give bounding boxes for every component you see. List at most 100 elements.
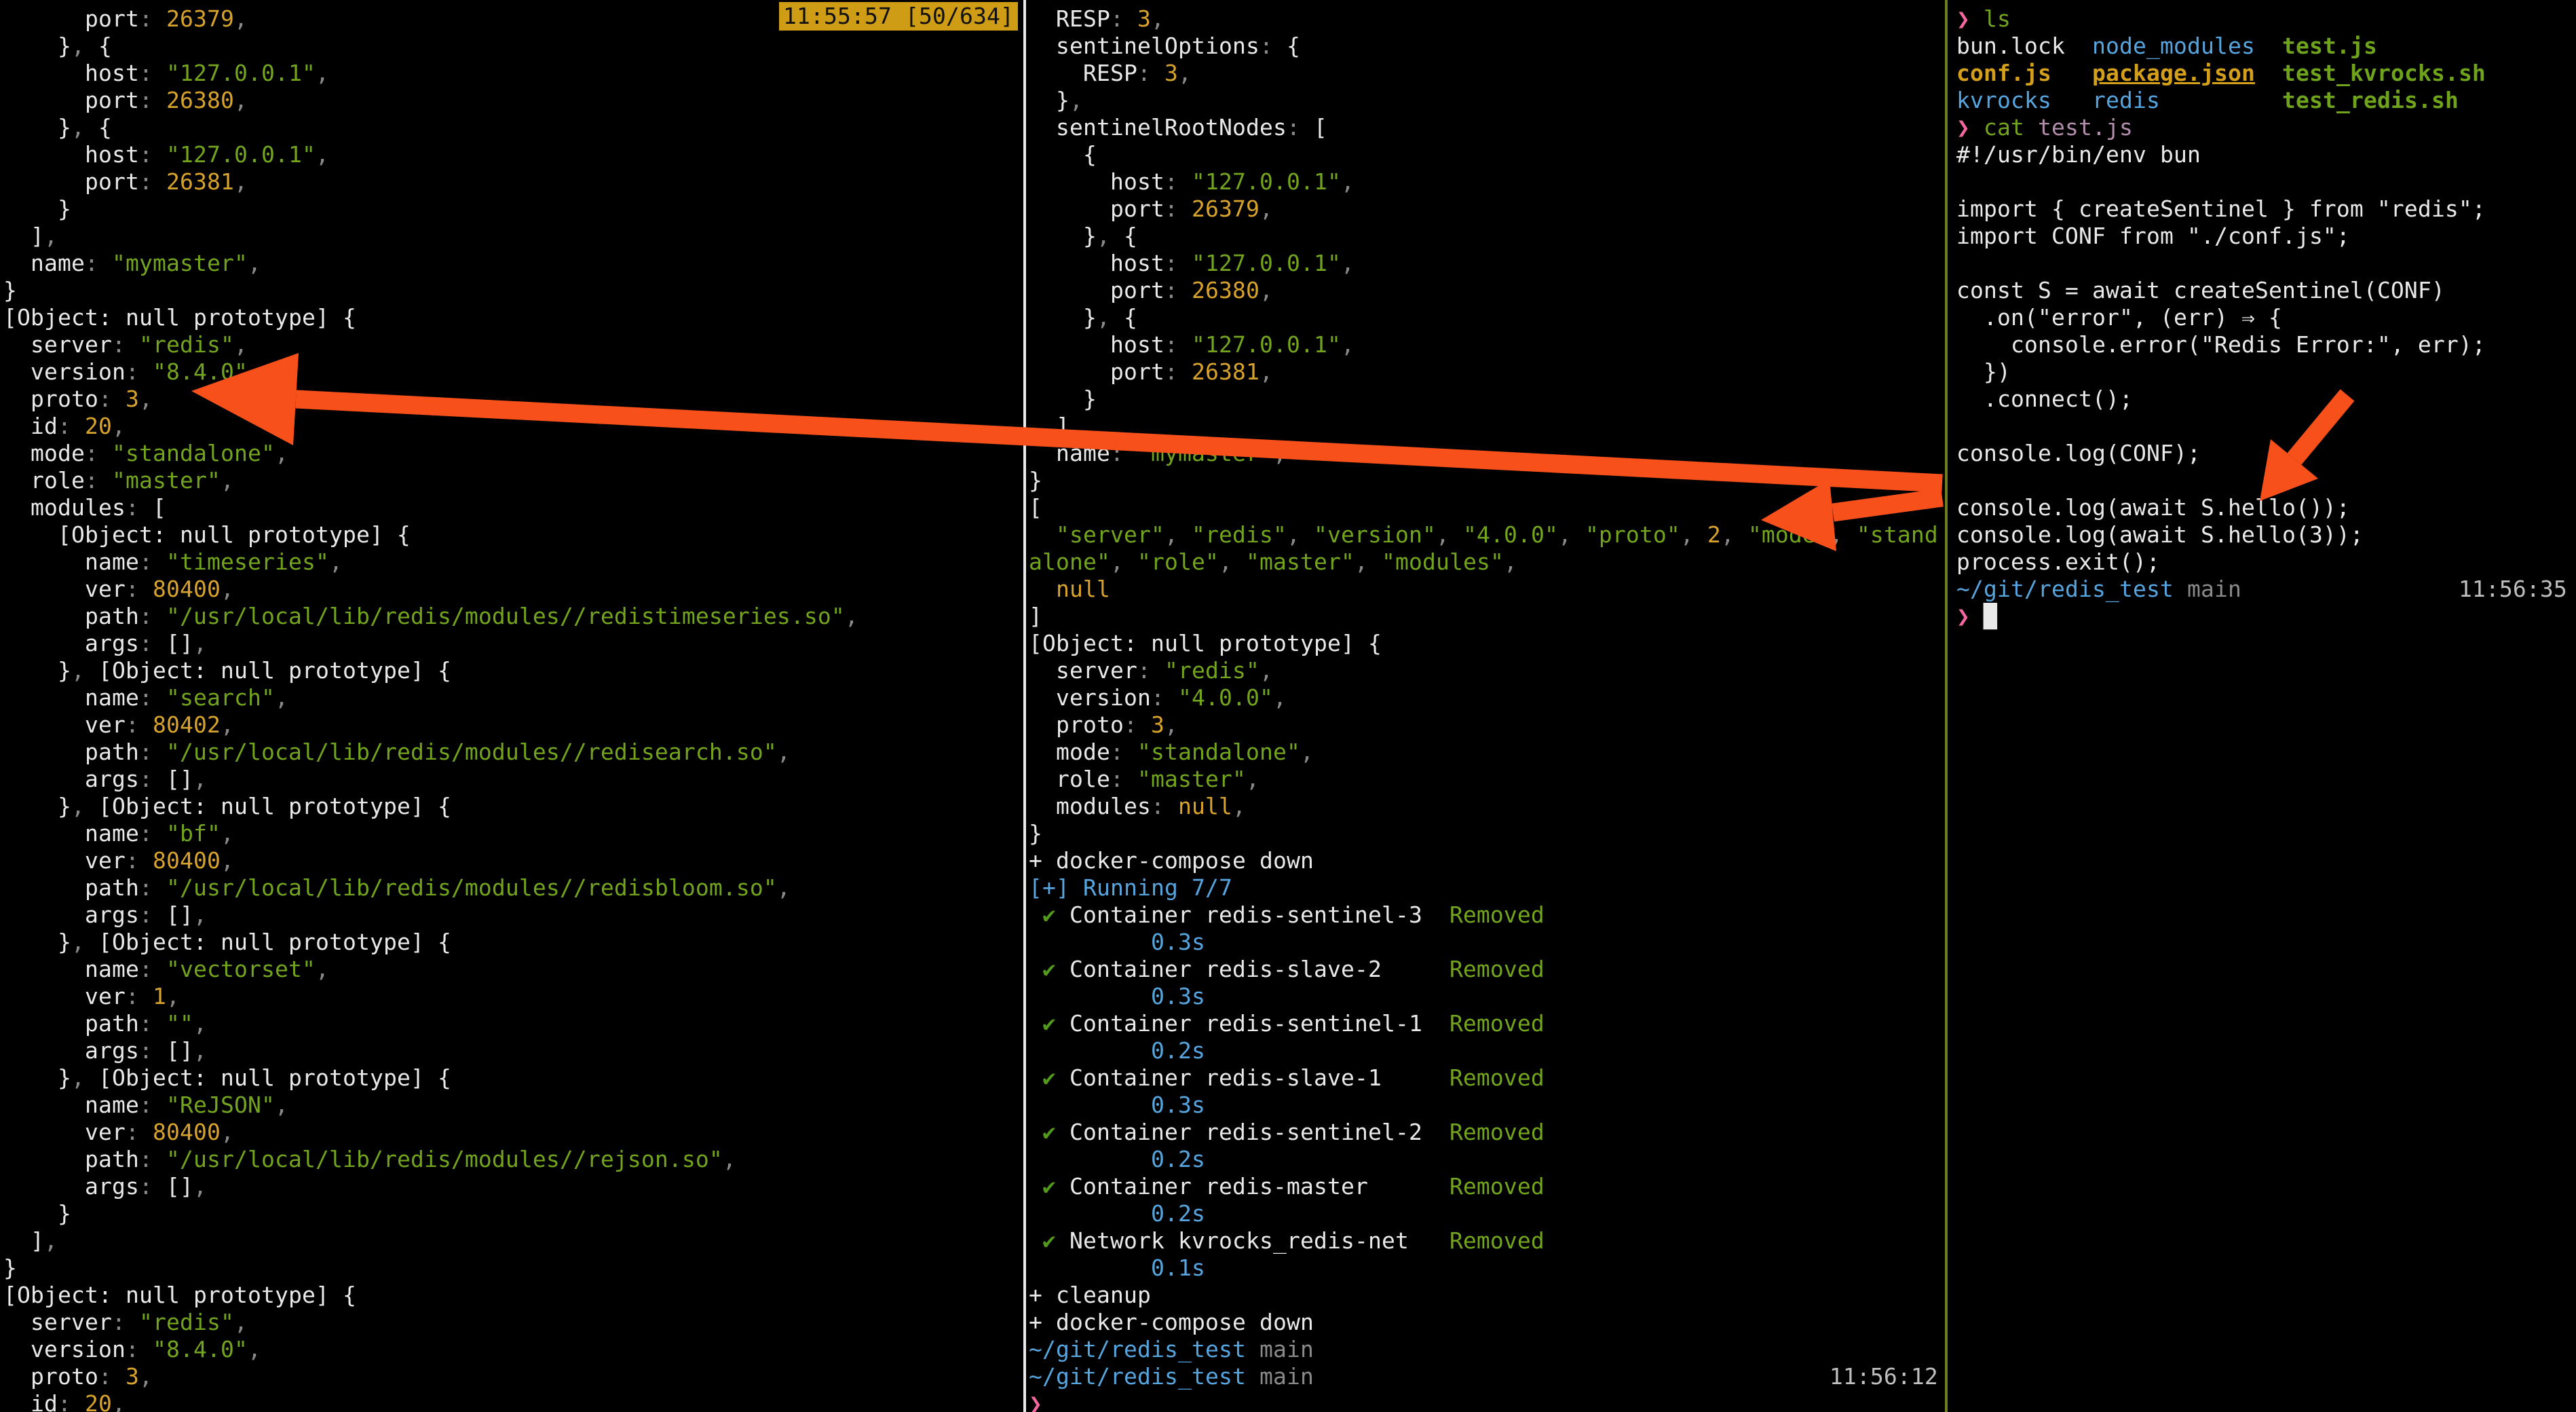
terminal-row: ❯ cat test.js xyxy=(1956,114,2576,141)
text-segment: "bf" xyxy=(166,820,221,847)
text-segment: : xyxy=(139,168,166,195)
text-segment: 26379 xyxy=(166,5,234,32)
check-icon: ✔ xyxy=(1042,956,1056,982)
text-segment: , xyxy=(723,1146,736,1172)
text-segment: name xyxy=(3,549,139,575)
text-segment: , xyxy=(1341,331,1355,358)
text-segment: + cleanup xyxy=(1029,1282,1151,1308)
prompt-arrow: ❯ xyxy=(1956,5,1970,32)
terminal-row: sentinelOptions: { xyxy=(1029,33,1945,60)
text-segment: , xyxy=(221,576,234,602)
text-segment: , xyxy=(1219,549,1246,575)
terminal-row: }, [Object: null prototype] { xyxy=(3,929,1023,956)
terminal-row: + docker-compose down xyxy=(1029,847,1945,874)
text-segment: Removed xyxy=(1450,1064,1545,1091)
pane-divider-right[interactable] xyxy=(1945,0,1948,1412)
text-segment: , xyxy=(1300,739,1314,765)
text-segment: }) xyxy=(1956,358,2011,385)
text-segment: : xyxy=(139,1010,166,1037)
text-segment: , xyxy=(71,657,98,684)
terminal-row: } xyxy=(3,196,1023,223)
text-segment: : xyxy=(139,87,166,113)
terminal-row: ✔ Container redis-master Removed xyxy=(1029,1173,1945,1200)
text-segment: , xyxy=(316,60,329,86)
pane-right-shell[interactable]: ❯ lsbun.lock node_modules test.jsconf.js… xyxy=(1949,0,2576,1412)
text-segment: test.js xyxy=(2038,114,2133,141)
text-segment: , xyxy=(1287,521,1314,548)
text-segment: { xyxy=(1287,33,1300,59)
terminal-row: const S = await createSentinel(CONF) xyxy=(1956,277,2576,304)
terminal-row: ✔ Container redis-sentinel-3 Removed xyxy=(1029,902,1945,929)
text-segment xyxy=(2024,114,2038,141)
text-segment: ] xyxy=(1029,603,1042,629)
text-segment: , xyxy=(316,141,329,168)
terminal-row: modules: null, xyxy=(1029,793,1945,820)
text-segment: 0.2s xyxy=(1029,1037,1205,1064)
text-segment: ver xyxy=(3,1119,126,1145)
text-segment: modules xyxy=(1029,793,1151,819)
text-segment: : xyxy=(98,386,126,412)
terminal-row: port: 26380, xyxy=(1029,277,1945,304)
text-segment: RESP xyxy=(1029,5,1110,32)
terminal-row xyxy=(1956,168,2576,196)
text-segment: : xyxy=(126,711,153,738)
terminal-row: [ xyxy=(1029,494,1945,521)
text-segment: , xyxy=(139,1363,153,1390)
text-segment: host xyxy=(1029,331,1164,358)
terminal-row: version: "4.0.0", xyxy=(1029,684,1945,711)
text-segment: ver xyxy=(3,711,126,738)
text-segment xyxy=(1029,1227,1042,1254)
text-segment: Removed xyxy=(1450,1227,1545,1254)
text-segment: mode xyxy=(1029,739,1110,765)
text-segment: , xyxy=(777,874,791,901)
terminal-row: ✔ Network kvrocks_redis-net Removed xyxy=(1029,1227,1945,1255)
pane-left-node-output[interactable]: port: 26379, }, { host: "127.0.0.1", por… xyxy=(0,0,1023,1412)
text-segment: : xyxy=(139,549,166,575)
terminal-row: }, { xyxy=(3,114,1023,141)
text-segment: [Object: null prototype] { xyxy=(98,793,451,819)
text-segment: name xyxy=(3,1092,139,1118)
text-segment: conf.js xyxy=(1956,60,2051,86)
terminal-row: ❯ xyxy=(1029,1390,1945,1412)
text-segment: "ReJSON" xyxy=(166,1092,275,1118)
text-segment: , xyxy=(1097,304,1124,331)
text-segment: modules xyxy=(3,494,126,521)
terminal-row: name: "bf", xyxy=(3,820,1023,847)
terminal-row: name: "mymaster", xyxy=(3,250,1023,277)
terminal-row: [Object: null prototype] { xyxy=(1029,630,1945,657)
pane-middle-node-output[interactable]: RESP: 3, sentinelOptions: { RESP: 3, }, … xyxy=(1027,0,1945,1412)
terminal-row: .on("error", (err) ⇒ { xyxy=(1956,304,2576,331)
terminal-row: proto: 3, xyxy=(3,386,1023,413)
text-segment: : xyxy=(126,983,153,1009)
text-segment: : xyxy=(139,1037,166,1064)
prompt-arrow: ❯ xyxy=(1956,114,1970,141)
terminal-row: path: "/usr/local/lib/redis/modules//red… xyxy=(3,603,1023,630)
terminal-row: RESP: 3, xyxy=(1029,60,1945,87)
text-segment: , xyxy=(1097,223,1124,249)
text-segment: } xyxy=(1029,223,1097,249)
text-segment: 0.1s xyxy=(1029,1255,1205,1281)
text-segment: 26379 xyxy=(1192,196,1259,222)
text-segment: , xyxy=(316,956,329,982)
text-segment: : xyxy=(139,820,166,847)
terminal-row: args: [], xyxy=(3,630,1023,657)
text-segment: { xyxy=(1124,223,1137,249)
pane-divider-left[interactable] xyxy=(1023,0,1026,1412)
text-segment: ver xyxy=(3,576,126,602)
text-segment: : xyxy=(1151,793,1178,819)
clock-counter-badge: 11:55:57 [50/634] xyxy=(779,2,1018,31)
text-segment: 0.2s xyxy=(1029,1146,1205,1172)
terminal-row: + cleanup xyxy=(1029,1282,1945,1309)
terminal-row: null xyxy=(1029,576,1945,603)
text-segment: "" xyxy=(166,1010,193,1037)
text-segment: { xyxy=(98,33,112,59)
text-segment: version xyxy=(3,1336,126,1362)
text-segment: .connect(); xyxy=(1956,386,2133,412)
text-segment: path xyxy=(3,739,139,765)
text-segment: } xyxy=(3,1064,71,1091)
text-segment: server xyxy=(3,331,112,358)
text-segment: "4.0.0" xyxy=(1463,521,1558,548)
text-segment: , xyxy=(1259,196,1273,222)
text-segment xyxy=(1970,5,1984,32)
terminal-row: }) xyxy=(1956,358,2576,386)
